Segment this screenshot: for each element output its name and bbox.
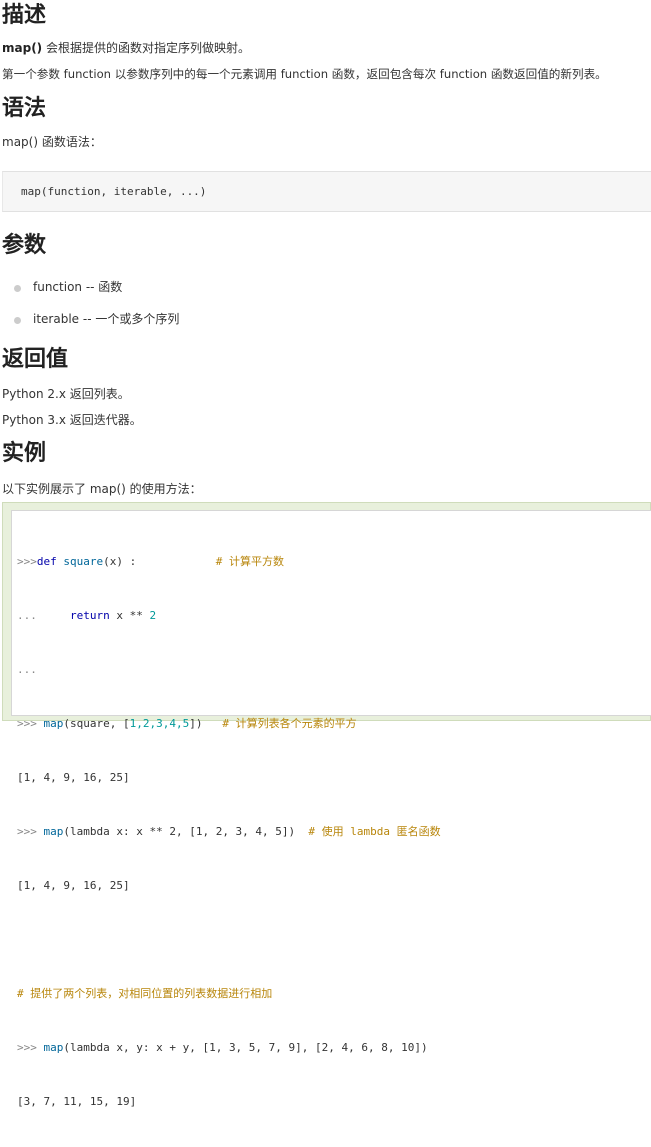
- code-comment: # 计算列表各个元素的平方: [222, 717, 357, 730]
- code-number: 1,2,3,4,5: [129, 717, 190, 730]
- description-line-1: map() 会根据提供的函数对指定序列做映射。: [2, 40, 250, 56]
- code-comment: # 使用 lambda 匿名函数: [308, 825, 441, 838]
- parameter-item-iterable: iterable -- 一个或多个序列: [33, 312, 180, 326]
- code-output-line: [3, 7, 11, 15, 19]: [17, 1095, 137, 1108]
- syntax-code: map(function, iterable, ...): [21, 185, 207, 198]
- code-function: square: [63, 555, 104, 568]
- code-function: map: [43, 717, 64, 730]
- code-prompt: >>>: [17, 825, 44, 838]
- code-prompt: >>>: [17, 555, 37, 568]
- heading-example: 实例: [2, 441, 47, 466]
- code-line: >>> map(square, [1,2,3,4,5]) # 计算列表各个元素的…: [17, 715, 441, 733]
- bullet-icon: [14, 285, 21, 292]
- code-text: ]): [189, 717, 223, 730]
- code-prompt: ...: [17, 609, 37, 622]
- code-line: ... return x ** 2: [17, 607, 441, 625]
- code-prompt: >>>: [17, 717, 44, 730]
- code-line: >>> map(lambda x, y: x + y, [1, 3, 5, 7,…: [17, 1039, 441, 1057]
- code-output-line: [1, 4, 9, 16, 25]: [17, 771, 130, 784]
- code-text: (square, [: [63, 717, 130, 730]
- code-text: (lambda x: x ** 2, [1, 2, 3, 4, 5]): [63, 825, 309, 838]
- description-line-2: 第一个参数 function 以参数序列中的每一个元素调用 function 函…: [2, 67, 607, 81]
- code-prompt: ...: [17, 663, 37, 676]
- code-number: 2: [149, 609, 157, 622]
- code-comment: # 计算平方数: [215, 555, 284, 568]
- bullet-icon: [14, 317, 21, 324]
- code-line: ...: [17, 661, 441, 679]
- code-function: map: [43, 825, 64, 838]
- heading-description: 描述: [2, 3, 47, 28]
- code-prompt: >>>: [17, 1041, 44, 1054]
- code-function: map: [43, 1041, 64, 1054]
- code-text: (x) :: [103, 555, 216, 568]
- parameter-item-function: function -- 函数: [33, 280, 123, 294]
- example-code: >>>def square(x) : # 计算平方数 ... return x …: [17, 517, 441, 1147]
- heading-return-value: 返回值: [2, 347, 69, 372]
- example-intro: 以下实例展示了 map() 的使用方法：: [2, 482, 202, 496]
- example-code-block: >>>def square(x) : # 计算平方数 ... return x …: [11, 510, 651, 1108]
- syntax-intro: map() 函数语法：: [2, 135, 102, 149]
- map-function-name: map(): [2, 41, 43, 55]
- description-line-1-text: 会根据提供的函数对指定序列做映射。: [42, 41, 250, 55]
- code-output-line: [1, 4, 9, 16, 25]: [17, 879, 130, 892]
- code-keyword: return: [70, 609, 110, 622]
- syntax-code-block: map(function, iterable, ...): [2, 171, 651, 212]
- code-keyword: def: [36, 555, 57, 568]
- heading-parameters: 参数: [2, 233, 47, 258]
- code-line: >>>def square(x) : # 计算平方数: [17, 553, 441, 571]
- code-text: x **: [109, 609, 150, 622]
- code-line: >>> map(lambda x: x ** 2, [1, 2, 3, 4, 5…: [17, 823, 441, 841]
- heading-syntax: 语法: [2, 96, 47, 121]
- code-comment-line: # 提供了两个列表，对相同位置的列表数据进行相加: [17, 987, 273, 1000]
- code-text: (lambda x, y: x + y, [1, 3, 5, 7, 9], [2…: [63, 1041, 428, 1054]
- return-line-python2: Python 2.x 返回列表。: [2, 387, 130, 401]
- example-code-container: >>>def square(x) : # 计算平方数 ... return x …: [2, 502, 651, 1108]
- return-line-python3: Python 3.x 返回迭代器。: [2, 413, 142, 427]
